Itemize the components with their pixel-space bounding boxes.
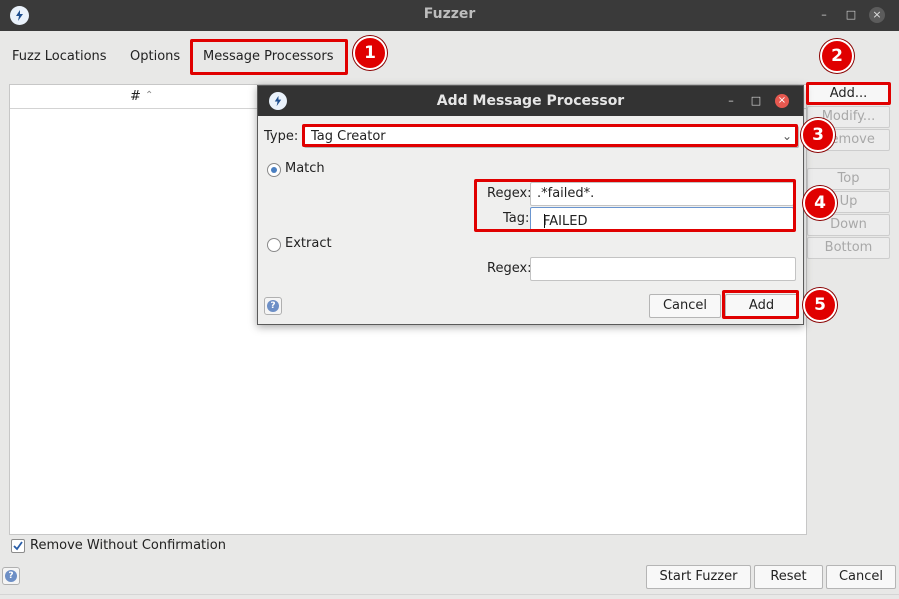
remove-without-confirmation-checkbox[interactable] [11, 539, 25, 553]
annotation-badge-1: 1 [353, 36, 387, 70]
close-icon[interactable]: × [869, 7, 885, 23]
extract-regex-input[interactable] [530, 257, 796, 281]
move-bottom-button[interactable]: Bottom [807, 237, 890, 259]
title-bar: Fuzzer – □ × [0, 0, 899, 31]
dialog-title: Add Message Processor [436, 93, 625, 109]
column-header-number[interactable]: # [130, 89, 141, 104]
dialog-cancel-button[interactable]: Cancel [649, 294, 721, 318]
annotation-badge-3: 3 [801, 118, 835, 152]
reset-button[interactable]: Reset [754, 565, 823, 589]
tab-bar: Fuzz Locations Options Message Processor… [0, 40, 899, 74]
dialog-maximize-icon[interactable]: □ [749, 94, 763, 108]
remove-without-confirmation-label: Remove Without Confirmation [30, 538, 226, 553]
tab-options[interactable]: Options [130, 40, 180, 74]
dialog-close-icon[interactable]: × [775, 94, 789, 108]
dialog-title-bar: Add Message Processor – □ × [258, 86, 803, 116]
maximize-icon[interactable]: □ [843, 7, 859, 23]
sort-ascending-icon: ⌃ [145, 90, 154, 101]
annotation-badge-5: 5 [803, 288, 837, 322]
help-button[interactable]: ? [2, 567, 20, 585]
extract-label: Extract [285, 236, 332, 251]
window-title: Fuzzer [423, 6, 476, 22]
tab-fuzz-locations[interactable]: Fuzz Locations [12, 40, 107, 74]
help-icon: ? [267, 300, 279, 312]
highlight-regex-tag-fields [474, 179, 796, 232]
highlight-message-processors-tab [190, 39, 348, 75]
checkmark-icon [13, 541, 23, 551]
extract-regex-label: Regex: [487, 261, 532, 276]
highlight-type-select [302, 124, 798, 147]
extract-radio[interactable] [267, 238, 281, 252]
status-strip [0, 594, 899, 599]
highlight-add-dialog-button [722, 290, 799, 319]
annotation-badge-2: 2 [820, 39, 854, 73]
dialog-minimize-icon[interactable]: – [724, 94, 738, 108]
type-label: Type: [264, 129, 299, 144]
match-radio[interactable] [267, 163, 281, 177]
match-label: Match [285, 161, 325, 176]
annotation-badge-4: 4 [803, 186, 837, 220]
dialog-help-button[interactable]: ? [264, 297, 282, 315]
minimize-icon[interactable]: – [816, 7, 832, 23]
help-icon: ? [5, 570, 17, 582]
start-fuzzer-button[interactable]: Start Fuzzer [646, 565, 751, 589]
highlight-add-button [806, 82, 891, 105]
cancel-button[interactable]: Cancel [826, 565, 896, 589]
